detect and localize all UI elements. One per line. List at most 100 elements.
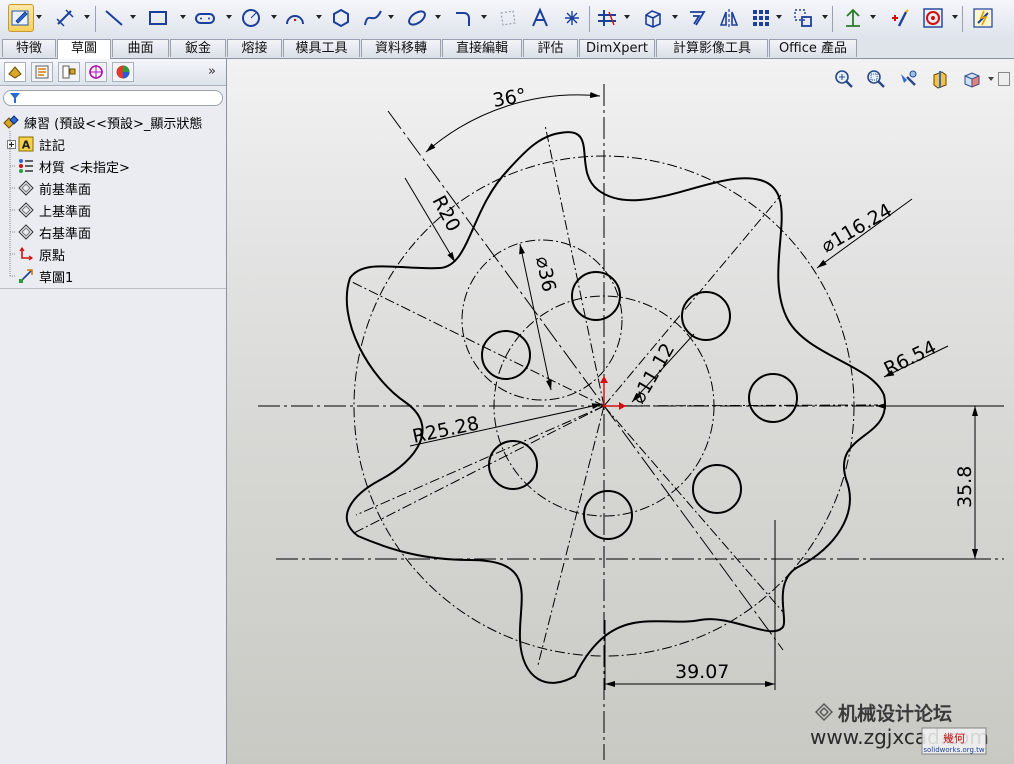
tab-simulation-tools[interactable]: 計算影像工具 xyxy=(656,39,768,57)
tree-item-right-plane[interactable]: 右基準面 xyxy=(18,221,244,243)
tab-dimxpert[interactable]: DimXpert xyxy=(579,39,655,57)
sketch-origin xyxy=(600,376,626,410)
tab-sketch[interactable]: 草圖 xyxy=(57,39,111,59)
move-icon[interactable] xyxy=(790,4,816,32)
graphics-area[interactable]: 36° R20 ⌀36 ⌀116.24 ⌀11.12 R6.54 R25.28 … xyxy=(227,59,1014,764)
watermark-badge: 幾何 xyxy=(943,732,965,745)
tree-item-front-plane[interactable]: 前基準面 xyxy=(18,177,244,199)
plane-icon[interactable] xyxy=(495,4,521,32)
toolbar-separator xyxy=(832,6,833,32)
chevron-down-icon[interactable] xyxy=(776,14,782,20)
rapid-sketch-icon[interactable] xyxy=(920,4,946,32)
mirror-icon[interactable] xyxy=(716,4,742,32)
spline-icon[interactable] xyxy=(360,4,386,32)
tree-item-sketch1[interactable]: 草圖1 xyxy=(18,265,244,287)
instant2d-icon[interactable] xyxy=(970,4,996,32)
tab-weldments[interactable]: 熔接 xyxy=(227,39,282,57)
chevron-down-icon[interactable] xyxy=(870,14,876,20)
tab-sheet-metal[interactable]: 鈑金 xyxy=(170,39,226,57)
toolbar-separator xyxy=(962,6,963,32)
chevron-down-icon[interactable] xyxy=(952,14,958,20)
hole xyxy=(692,464,742,514)
tab-surfaces[interactable]: 曲面 xyxy=(112,39,169,57)
watermark-site: 机械设计论坛 xyxy=(838,702,952,725)
chevron-down-icon[interactable] xyxy=(316,14,322,20)
r2528-dimension[interactable]: R25.28 xyxy=(410,412,481,448)
tree-item-label: 上基準面 xyxy=(39,204,92,220)
arc-icon[interactable] xyxy=(282,4,308,32)
ellipse-icon[interactable] xyxy=(404,4,430,32)
star-profile xyxy=(345,131,887,684)
tab-office-products[interactable]: Office 產品 xyxy=(769,39,857,57)
toolbar-separator xyxy=(589,6,590,32)
chevron-down-icon[interactable] xyxy=(672,14,678,20)
chevron-down-icon[interactable] xyxy=(84,14,90,20)
chevron-down-icon[interactable] xyxy=(180,14,186,20)
linear-pattern-icon[interactable] xyxy=(748,4,774,32)
chevron-down-icon[interactable] xyxy=(388,14,394,20)
circle-icon[interactable] xyxy=(238,4,264,32)
d11-dimension[interactable]: ⌀11.12 xyxy=(627,339,679,407)
panel-tabs: » xyxy=(0,59,226,86)
tree-item-part[interactable]: 練習 (預設<<預設>_顯示狀態 xyxy=(3,111,229,133)
tree-item-annotations[interactable]: A 註記 xyxy=(6,133,232,155)
tab-mold-tools[interactable]: 模具工具 xyxy=(283,39,360,57)
tree-item-origin[interactable]: 原點 xyxy=(18,243,244,265)
display-relations-icon[interactable] xyxy=(840,4,866,32)
chevron-down-icon[interactable] xyxy=(435,14,441,20)
chevron-down-icon[interactable] xyxy=(226,14,232,20)
configuration-manager-icon[interactable] xyxy=(58,62,80,82)
filter-icon xyxy=(10,93,20,103)
polygon-icon[interactable] xyxy=(328,4,354,32)
chevron-down-icon[interactable] xyxy=(130,14,136,20)
dimxpert-icon[interactable] xyxy=(85,62,107,82)
tab-evaluate[interactable]: 評估 xyxy=(523,39,578,57)
tree-separator xyxy=(0,288,226,289)
command-manager-toolbar xyxy=(0,0,1014,39)
chevron-down-icon[interactable] xyxy=(624,14,630,20)
feature-manager-icon[interactable] xyxy=(4,62,26,82)
tree-item-label: 前基準面 xyxy=(39,182,92,198)
trim-icon[interactable] xyxy=(594,4,620,32)
panel-expand-icon[interactable]: » xyxy=(208,64,216,79)
watermark-badge-url: solidworks.org.tw xyxy=(923,746,985,754)
tree-item-label: 草圖1 xyxy=(39,270,74,286)
smart-dimension-icon[interactable] xyxy=(52,4,78,32)
d36-dimension[interactable]: ⌀36 xyxy=(531,254,560,293)
slot-icon[interactable] xyxy=(192,4,218,32)
line-icon[interactable] xyxy=(101,4,127,32)
watermark: 机械设计论坛 www.zgjxcad.com 幾何 solidworks.org… xyxy=(810,698,1010,758)
feature-manager-panel: » 練習 (預設<<預設>_顯示狀態 A 註記 材質 <未指定> 前基準面 上基… xyxy=(0,59,227,764)
chevron-down-icon[interactable] xyxy=(822,14,828,20)
property-manager-icon[interactable] xyxy=(31,62,53,82)
angle-dimension[interactable]: 36° xyxy=(491,84,528,112)
dimension-labels: 36° R20 ⌀36 ⌀116.24 ⌀11.12 R6.54 R25.28 … xyxy=(410,84,976,683)
center-lines xyxy=(258,84,1004,760)
sketch-icon[interactable] xyxy=(8,4,34,32)
hole xyxy=(748,373,798,423)
r654-dimension[interactable]: R6.54 xyxy=(881,336,941,380)
chevron-down-icon[interactable] xyxy=(271,14,277,20)
tab-direct-editing[interactable]: 直接編輯 xyxy=(442,39,522,57)
tree-filter-input[interactable] xyxy=(3,90,223,106)
tree-item-top-plane[interactable]: 上基準面 xyxy=(18,199,244,221)
tab-data-migration[interactable]: 資料移轉 xyxy=(361,39,441,57)
r20-dimension[interactable]: R20 xyxy=(428,192,465,235)
rectangle-icon[interactable] xyxy=(145,4,171,32)
text-icon[interactable] xyxy=(527,4,553,32)
h3907-dimension[interactable]: 39.07 xyxy=(675,661,729,683)
chevron-down-icon[interactable] xyxy=(481,14,487,20)
offset-icon[interactable] xyxy=(684,4,710,32)
convert-icon[interactable] xyxy=(640,4,666,32)
tree-item-label: 右基準面 xyxy=(39,226,92,242)
v358-dimension[interactable]: 35.8 xyxy=(954,466,976,508)
repair-icon[interactable] xyxy=(886,4,912,32)
chevron-down-icon[interactable] xyxy=(36,14,42,20)
d116-dimension[interactable]: ⌀116.24 xyxy=(818,199,896,257)
tree-item-material[interactable]: 材質 <未指定> xyxy=(18,155,244,177)
tab-features[interactable]: 特徵 xyxy=(2,39,56,57)
point-icon[interactable] xyxy=(559,4,585,32)
display-manager-icon[interactable] xyxy=(112,62,134,82)
fillet-icon[interactable] xyxy=(450,4,476,32)
tree-item-label: 材質 <未指定> xyxy=(39,160,130,176)
